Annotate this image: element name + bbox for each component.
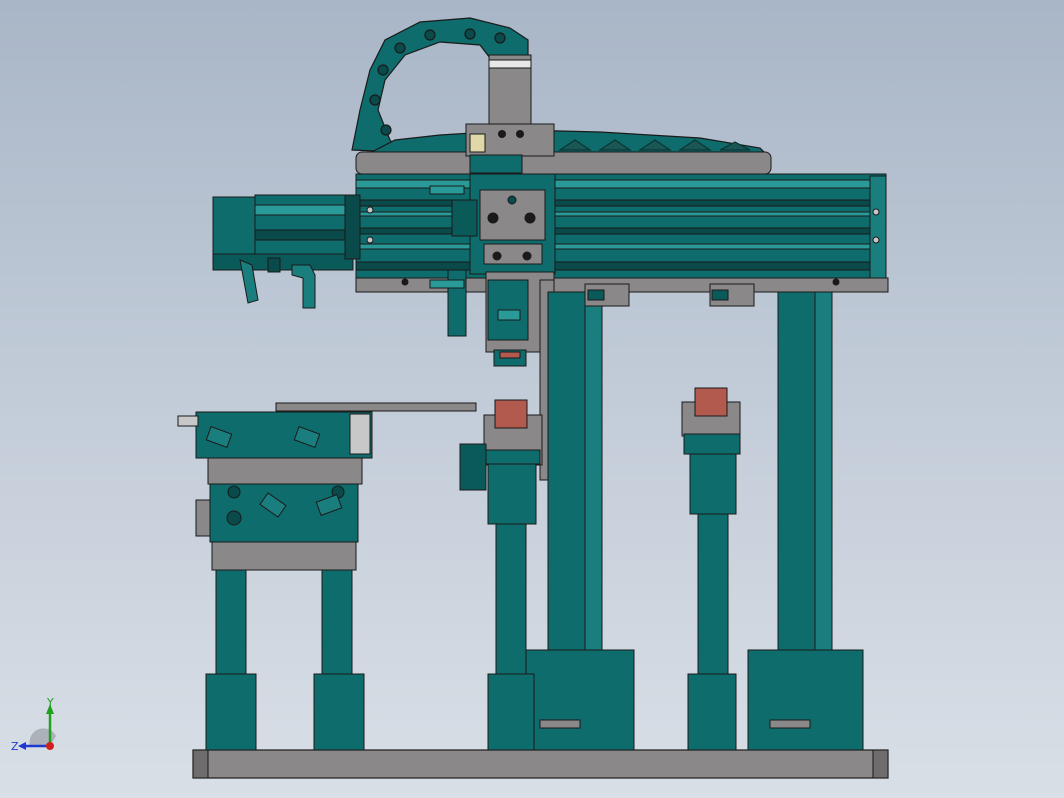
axis-triad: Y Z [11, 696, 56, 753]
chain-mount-post [488, 54, 532, 126]
y-axis-label: Y [46, 696, 54, 709]
origin-point [46, 742, 54, 750]
cable-drag-chain [351, 17, 772, 159]
feeder-table [177, 402, 477, 751]
base-plate [192, 749, 889, 779]
cad-viewport[interactable]: Y Z [0, 0, 1064, 798]
servo-motor [212, 194, 361, 309]
z-axis-label: Z [11, 740, 19, 753]
machine-assembly-model[interactable]: Y Z [0, 0, 1064, 798]
